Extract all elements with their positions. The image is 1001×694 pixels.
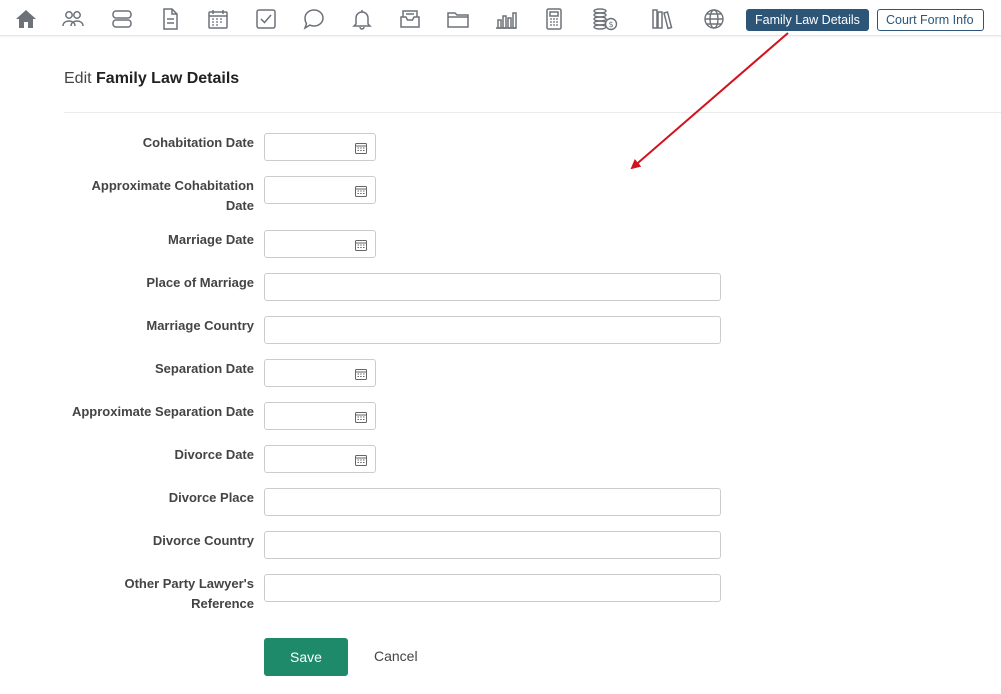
- cohabitation-date-input[interactable]: [264, 133, 376, 161]
- cancel-button[interactable]: Cancel: [374, 648, 418, 664]
- calendar-icon[interactable]: [355, 185, 367, 197]
- field-label-line: Approximate Cohabitation: [91, 178, 254, 193]
- field-label-line: Other Party Lawyer's: [124, 576, 254, 591]
- calculator-icon[interactable]: [541, 6, 567, 32]
- library-icon[interactable]: [649, 6, 675, 32]
- svg-text:$: $: [608, 20, 613, 29]
- reports-icon[interactable]: [493, 6, 519, 32]
- other-party-lawyer-reference-input[interactable]: [264, 574, 721, 602]
- field-label-divorce-date: Divorce Date: [174, 447, 254, 462]
- calendar-icon[interactable]: [205, 6, 231, 32]
- field-label-separation-date: Separation Date: [155, 361, 254, 376]
- calendar-icon[interactable]: [355, 411, 367, 423]
- separation-date-input[interactable]: [264, 359, 376, 387]
- field-label-marriage-country: Marriage Country: [146, 318, 254, 333]
- matters-icon[interactable]: [109, 6, 135, 32]
- marriage-date-input[interactable]: [264, 230, 376, 258]
- divorce-country-input[interactable]: [264, 531, 721, 559]
- document-icon[interactable]: [157, 6, 183, 32]
- field-label-other-party-lawyer-reference: Other Party Lawyer's Reference: [74, 574, 254, 614]
- top-toolbar: $ Family Law Details Court Form Info: [0, 0, 1001, 36]
- field-label-divorce-place: Divorce Place: [168, 490, 254, 505]
- field-label-line: Reference: [191, 596, 254, 611]
- calendar-icon[interactable]: [355, 454, 367, 466]
- calendar-icon[interactable]: [355, 142, 367, 154]
- field-label-divorce-country: Divorce Country: [152, 533, 254, 548]
- save-button[interactable]: Save: [264, 638, 348, 676]
- title-divider: [64, 112, 1001, 113]
- messages-icon[interactable]: [301, 6, 327, 32]
- field-label-approx-separation-date: Approximate Separation Date: [71, 404, 254, 419]
- page-title-prefix: Edit: [64, 70, 92, 87]
- tab-family-law-details[interactable]: Family Law Details: [746, 9, 869, 31]
- approx-separation-date-input[interactable]: [264, 402, 376, 430]
- tasks-icon[interactable]: [253, 6, 279, 32]
- home-icon[interactable]: [13, 6, 39, 32]
- billing-icon[interactable]: $: [590, 6, 620, 32]
- contacts-icon[interactable]: [60, 6, 86, 32]
- field-label-cohabitation-date: Cohabitation Date: [142, 135, 254, 150]
- approx-cohabitation-date-input[interactable]: [264, 176, 376, 204]
- divorce-date-input[interactable]: [264, 445, 376, 473]
- field-label-place-of-marriage: Place of Marriage: [146, 275, 254, 290]
- tab-court-form-info[interactable]: Court Form Info: [877, 9, 984, 31]
- field-label-marriage-date: Marriage Date: [168, 232, 254, 247]
- field-label-line: Date: [225, 198, 254, 213]
- place-of-marriage-input[interactable]: [264, 273, 721, 301]
- inbox-icon[interactable]: [397, 6, 423, 32]
- calendar-icon[interactable]: [355, 368, 367, 380]
- annotation-arrow: [630, 32, 789, 170]
- marriage-country-input[interactable]: [264, 316, 721, 344]
- divorce-place-input[interactable]: [264, 488, 721, 516]
- calendar-icon[interactable]: [355, 239, 367, 251]
- notifications-icon[interactable]: [349, 6, 375, 32]
- page-title-main: Family Law Details: [96, 70, 240, 87]
- folder-icon[interactable]: [445, 6, 471, 32]
- page-title: Edit Family Law Details: [64, 70, 239, 88]
- globe-icon[interactable]: [701, 6, 727, 32]
- field-label-approx-cohabitation-date: Approximate Cohabitation Date: [74, 176, 254, 216]
